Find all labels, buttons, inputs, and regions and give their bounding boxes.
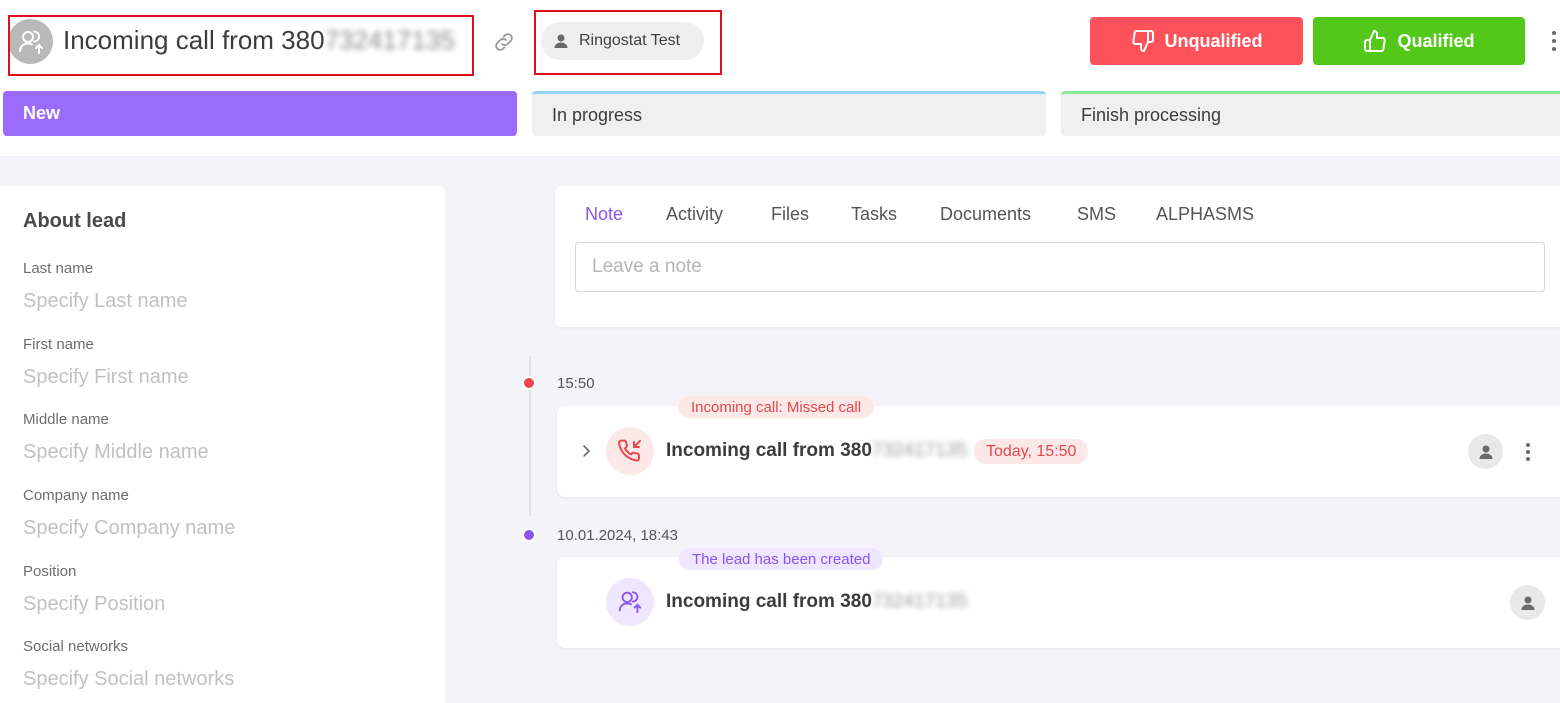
event-card-lead-created: Incoming call from 380732417135 bbox=[557, 557, 1560, 648]
tab-sms[interactable]: SMS bbox=[1077, 204, 1116, 225]
about-lead-panel: About lead Last name Specify Last name F… bbox=[0, 186, 445, 703]
company-name-label: Company name bbox=[23, 487, 129, 504]
company-name-field[interactable]: Specify Company name bbox=[23, 517, 235, 540]
last-name-label: Last name bbox=[23, 260, 94, 277]
chevron-right-icon[interactable] bbox=[576, 441, 596, 461]
event-more-icon[interactable] bbox=[1521, 441, 1535, 463]
first-name-field[interactable]: Specify First name bbox=[23, 366, 189, 389]
tab-note[interactable]: Note bbox=[585, 204, 623, 225]
event-tag-missed-call: Incoming call: Missed call bbox=[678, 396, 875, 418]
about-lead-title: About lead bbox=[23, 210, 127, 232]
event-title-text: Incoming call from 380 bbox=[666, 591, 872, 612]
event-title: Incoming call from 380732417135 bbox=[666, 591, 967, 613]
event-user-avatar[interactable] bbox=[1468, 434, 1503, 469]
event-title: Incoming call from 380732417135 bbox=[666, 440, 967, 462]
position-label: Position bbox=[23, 563, 77, 580]
person-icon bbox=[1521, 596, 1534, 610]
more-options-icon[interactable] bbox=[1545, 28, 1560, 54]
tab-documents[interactable]: Documents bbox=[940, 204, 1031, 225]
missed-call-icon bbox=[606, 427, 654, 475]
thumbs-down-icon bbox=[1131, 30, 1154, 52]
tab-activity[interactable]: Activity bbox=[666, 204, 723, 225]
last-name-field[interactable]: Specify Last name bbox=[23, 290, 188, 313]
middle-name-label: Middle name bbox=[23, 411, 109, 428]
event-time: 15:50 bbox=[557, 375, 595, 392]
timeline-dot-created bbox=[522, 528, 536, 542]
tab-files[interactable]: Files bbox=[771, 204, 809, 225]
stage-finish-processing[interactable]: Finish processing bbox=[1061, 91, 1560, 136]
unqualified-button[interactable]: Unqualified bbox=[1090, 17, 1303, 65]
stage-in-progress[interactable]: In progress bbox=[532, 91, 1046, 136]
tab-alphasms[interactable]: ALPHASMS bbox=[1156, 204, 1254, 225]
person-icon bbox=[1479, 445, 1492, 459]
highlight-title-box bbox=[8, 15, 474, 76]
user-incoming-icon bbox=[606, 578, 654, 626]
middle-name-field[interactable]: Specify Middle name bbox=[23, 441, 209, 464]
event-phone-masked: 732417135 bbox=[871, 440, 968, 461]
event-phone-masked: 732417135 bbox=[871, 591, 968, 612]
event-tag-lead-created: The lead has been created bbox=[679, 548, 884, 570]
qualified-button[interactable]: Qualified bbox=[1313, 17, 1525, 65]
event-title-text: Incoming call from 380 bbox=[666, 440, 872, 461]
social-networks-label: Social networks bbox=[23, 638, 129, 655]
highlight-user-box bbox=[534, 10, 722, 75]
note-input[interactable] bbox=[575, 242, 1545, 292]
first-name-label: First name bbox=[23, 336, 94, 353]
unqualified-label: Unqualified bbox=[1164, 30, 1263, 51]
thumbs-up-icon bbox=[1364, 30, 1387, 52]
tab-tasks[interactable]: Tasks bbox=[851, 204, 897, 225]
social-networks-field[interactable]: Specify Social networks bbox=[23, 668, 234, 691]
position-field[interactable]: Specify Position bbox=[23, 593, 165, 616]
stage-new[interactable]: New bbox=[3, 91, 517, 136]
lead-header: Incoming call from 380732417135 Ringosta… bbox=[0, 0, 1560, 156]
event-card-missed-call: Incoming call from 380732417135 Today, 1… bbox=[557, 406, 1560, 497]
link-icon[interactable] bbox=[492, 30, 516, 54]
event-user-avatar[interactable] bbox=[1510, 585, 1545, 620]
qualified-label: Qualified bbox=[1397, 30, 1475, 51]
note-composer: Note Activity Files Tasks Documents SMS … bbox=[555, 186, 1560, 327]
timeline-dot-missed bbox=[522, 376, 536, 390]
date-badge: Today, 15:50 bbox=[974, 439, 1089, 464]
event-time: 10.01.2024, 18:43 bbox=[557, 527, 678, 544]
